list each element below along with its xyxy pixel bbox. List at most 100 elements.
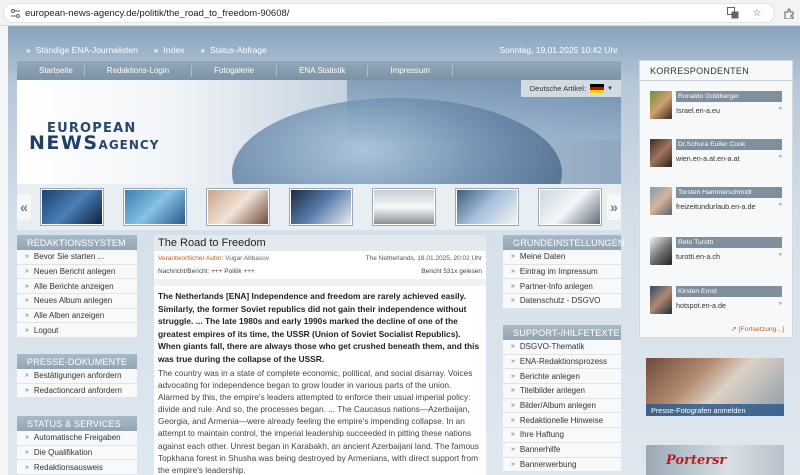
correspondent-site[interactable]: freizeitundurlaub.en-a.de xyxy=(676,202,756,211)
list-item[interactable]: » Ihre Haftung xyxy=(503,428,621,443)
author-name[interactable]: Vugar Abbasov xyxy=(225,255,269,262)
double-arrow-icon: » xyxy=(200,45,205,55)
list-item[interactable]: » Redaktionsausweis xyxy=(17,460,137,475)
correspondent-entry[interactable]: Reto Turotti turotti.en-a.ch » xyxy=(650,237,784,269)
double-arrow-icon: » xyxy=(153,45,159,55)
photo-gallery-strip: « » xyxy=(17,184,621,230)
list-item[interactable]: » Alle Alben anzeigen xyxy=(17,309,137,324)
list-item[interactable]: » Redactioncard anfordern xyxy=(17,384,137,399)
list-item[interactable]: » Logout xyxy=(17,323,137,339)
fortsetzung-label: [Fortsetzung...] xyxy=(738,326,784,333)
list-item[interactable]: » Berichte anlegen xyxy=(503,369,621,385)
avatar xyxy=(650,237,672,265)
presse-list: » Bestätigungen anfordern » Redactioncard … xyxy=(17,369,137,399)
correspondent-name: Dr.Schura Euller Cook xyxy=(676,139,782,150)
correspondent-site[interactable]: hotspot.en-a.de xyxy=(676,301,726,310)
pressefotografen-ad[interactable]: Presse-Fotografen anmelden xyxy=(646,358,784,416)
correspondent-entry[interactable]: Kirsten Ernst hotspot.en-a.de » xyxy=(650,286,784,318)
correspondent-site[interactable]: turotti.en-a.ch xyxy=(676,252,720,261)
list-item[interactable]: » Bevor Sie starten ... xyxy=(17,250,137,265)
gallery-thumb-4[interactable] xyxy=(289,188,353,226)
nav-ena-statistik[interactable]: ENA Statistik xyxy=(277,64,369,77)
list-item-label: Alle Alben anzeigen xyxy=(33,311,105,321)
topbar-link-label: Index xyxy=(163,45,185,55)
list-item-label: Berichte anlegen xyxy=(519,371,580,381)
gallery-next-arrow-icon[interactable]: » xyxy=(607,194,621,220)
list-item[interactable]: » Bestätigungen anfordern xyxy=(17,369,137,384)
status-list: » Automatische Freigaben » Die Qualifikati… xyxy=(17,431,137,475)
list-item[interactable]: » Bilder/Album anlegen xyxy=(503,399,621,414)
panel-korrespondenten: KORRESPONDENTEN Ronaldo Goldberger Israe… xyxy=(639,60,793,338)
gallery-thumb-3[interactable] xyxy=(206,188,270,226)
topbar-link-label: Status-Abfrage xyxy=(210,45,267,55)
translate-icon[interactable] xyxy=(726,6,740,20)
nav-redaktions-login[interactable]: Redaktions-Login xyxy=(85,64,193,77)
list-item[interactable]: » Partner-Info anlegen xyxy=(503,279,621,295)
logo-line-news-agency[interactable]: NEWSAGENCY xyxy=(29,132,159,154)
german-flag-icon xyxy=(590,84,605,93)
extensions-icon[interactable] xyxy=(782,6,796,20)
list-item[interactable]: » Die Qualifikation xyxy=(17,446,137,461)
list-item[interactable]: » Automatische Freigaben xyxy=(17,431,137,446)
chevron-right-icon: » xyxy=(778,106,782,112)
double-arrow-icon: » xyxy=(26,45,31,55)
correspondent-name: Ronaldo Goldberger xyxy=(676,91,782,102)
bullet-arrow-icon: » xyxy=(511,402,515,410)
topbar-link-journalisten[interactable]: » Ständige ENA-Journalisten xyxy=(26,45,138,55)
article-separator xyxy=(154,279,486,286)
topbar-link-label: Ständige ENA-Journalisten xyxy=(35,45,138,55)
gallery-thumb-6[interactable] xyxy=(455,188,519,226)
list-item[interactable]: » Neuen Bericht anlegen xyxy=(17,265,137,280)
chevron-right-icon: » xyxy=(778,154,782,160)
correspondent-site[interactable]: wien.en-a.at.en-a.at xyxy=(676,154,740,163)
bookmark-star-icon[interactable]: ☆ xyxy=(750,6,764,20)
gallery-thumb-2[interactable] xyxy=(123,188,187,226)
list-item[interactable]: » Eintrag im Impressum xyxy=(503,265,621,280)
gallery-prev-arrow-icon[interactable]: « xyxy=(17,194,31,220)
gallery-thumb-5[interactable] xyxy=(372,188,436,226)
list-item[interactable]: » Neues Album anlegen xyxy=(17,294,137,309)
list-item[interactable]: » Bannerwerbung xyxy=(503,458,621,473)
bullet-arrow-icon: » xyxy=(511,387,515,395)
bullet-arrow-icon: » xyxy=(25,463,29,471)
panel-support-hilfetexte: SUPPORT-/HILFETEXTE » DSGVO-Thematik » ENA… xyxy=(503,325,621,473)
bottom-ad-banner[interactable]: Portersr xyxy=(646,445,784,475)
list-item[interactable]: » DSGVO-Thematik xyxy=(503,340,621,355)
url-text[interactable]: european-news-agency.de/politik/the_road… xyxy=(25,8,289,19)
correspondent-entry[interactable]: Ronaldo Goldberger Israel.en-a.eu » xyxy=(650,91,784,123)
nav-startseite[interactable]: Startseite xyxy=(17,64,85,77)
address-bar[interactable]: european-news-agency.de/politik/the_road… xyxy=(3,3,775,23)
topbar-link-index[interactable]: » Index xyxy=(154,45,185,55)
nav-fotogalerie[interactable]: Fotogalerie xyxy=(192,64,278,77)
avatar xyxy=(650,139,672,167)
list-item[interactable]: » Alle Berichte anzeigen xyxy=(17,279,137,295)
article-location-date: The Netherlands, 18.01.2025, 20:02 Uhr xyxy=(365,255,482,262)
correspondent-name: Reto Turotti xyxy=(676,237,782,248)
site-info-icon[interactable] xyxy=(9,7,21,19)
gallery-thumb-1[interactable] xyxy=(40,188,104,226)
page-left-edge xyxy=(0,26,8,475)
bullet-arrow-icon: » xyxy=(25,268,29,276)
correspondent-site[interactable]: Israel.en-a.eu xyxy=(676,106,720,115)
list-item-label: Datenschutz - DSGVO xyxy=(519,296,601,306)
list-item[interactable]: » Titelbilder anlegen xyxy=(503,384,621,399)
topbar-link-status[interactable]: » Status-Abfrage xyxy=(200,45,266,55)
article-lead: The Netherlands [ENA] Independence and f… xyxy=(158,291,480,364)
list-item[interactable]: » ENA-Redaktionsprozess xyxy=(503,355,621,370)
bullet-arrow-icon: » xyxy=(511,416,515,424)
gallery-thumb-7[interactable] xyxy=(538,188,602,226)
correspondent-entry[interactable]: Torsten Hammerschmidt freizeitundurlaub.… xyxy=(650,187,784,219)
ad-caption: Presse-Fotografen anmelden xyxy=(646,404,784,416)
list-item-label: Bevor Sie starten ... xyxy=(33,252,105,262)
correspondent-entry[interactable]: Dr.Schura Euller Cook wien.en-a.at.en-a.… xyxy=(650,139,784,171)
article-author-line: Verantwortlicher Autor: Vugar Abbasov xyxy=(158,255,269,262)
ad-logo-text: Portersr xyxy=(666,453,727,468)
fortsetzung-link[interactable]: ↗ [Fortsetzung...] xyxy=(731,325,784,333)
list-item[interactable]: » Meine Daten xyxy=(503,250,621,265)
list-item[interactable]: » Bannerhilfe xyxy=(503,443,621,458)
language-selector[interactable]: Deutsche Artikel: ▼ xyxy=(521,80,621,97)
article-category: Nachricht/Bericht: +++ Politik +++ xyxy=(158,268,255,275)
list-item[interactable]: » Datenschutz - DSGVO xyxy=(503,294,621,309)
nav-impressum[interactable]: Impressum xyxy=(368,64,453,77)
list-item[interactable]: » Redaktionelle Hinweise xyxy=(503,413,621,429)
